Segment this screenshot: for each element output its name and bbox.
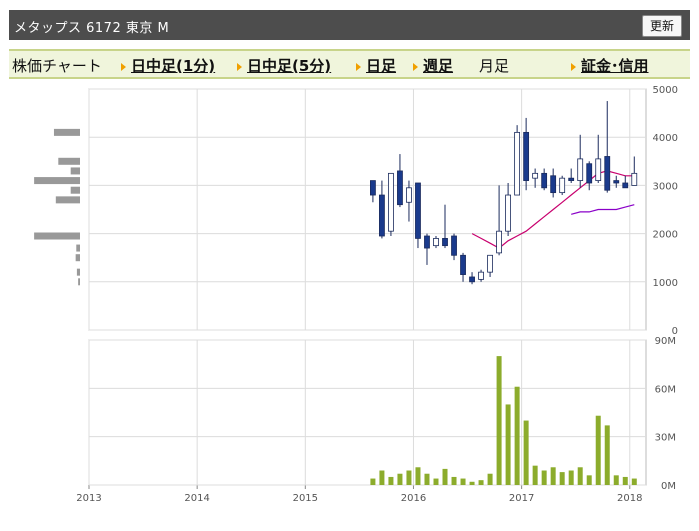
candle-body bbox=[505, 194, 512, 232]
candle-body bbox=[433, 238, 439, 247]
volume-bar bbox=[388, 476, 394, 485]
candle-body bbox=[631, 172, 638, 186]
volume-bar bbox=[415, 467, 421, 485]
volume-bar bbox=[532, 465, 538, 485]
volume-bar bbox=[559, 472, 565, 485]
volume-profile-bar bbox=[78, 278, 80, 286]
candle-body bbox=[370, 180, 376, 196]
volume-y-tick-label: 90M bbox=[655, 336, 676, 347]
candle-body bbox=[604, 156, 611, 191]
candle-body bbox=[568, 177, 575, 181]
volume-y-tick-label: 0M bbox=[661, 481, 676, 492]
x-tick-label: 2013 bbox=[76, 493, 101, 504]
volume-bar bbox=[424, 473, 430, 485]
volume-profile-bar bbox=[76, 268, 80, 276]
stock-chart: 2013 2014 2015 2016 2017 20180100020003000400… bbox=[34, 85, 678, 504]
volume-bar bbox=[622, 476, 628, 485]
volume-bar bbox=[631, 478, 637, 485]
price-y-tick-label: 4000 bbox=[653, 133, 678, 144]
volume-bar bbox=[595, 415, 601, 485]
x-tick-label: 2014 bbox=[184, 493, 209, 504]
volume-bar bbox=[577, 467, 583, 485]
volume-profile-bar bbox=[53, 128, 80, 136]
candle-body bbox=[514, 131, 521, 196]
volume-bar bbox=[505, 404, 511, 485]
x-tick-label: 2018 bbox=[617, 493, 642, 504]
volume-bar bbox=[496, 356, 502, 485]
volume-y-tick-label: 30M bbox=[655, 433, 676, 444]
volume-bar bbox=[586, 475, 592, 485]
candle-body bbox=[406, 187, 412, 203]
volume-profile-bar bbox=[70, 167, 80, 175]
volume-bar bbox=[478, 480, 484, 485]
price-y-tick-label: 5000 bbox=[653, 85, 678, 96]
volume-bar bbox=[442, 468, 448, 485]
x-tick-label: 2016 bbox=[401, 493, 426, 504]
volume-bar bbox=[487, 473, 493, 485]
volume-bar bbox=[460, 478, 466, 485]
candle-body bbox=[424, 235, 430, 249]
volume-bar bbox=[541, 470, 547, 485]
candle-body bbox=[595, 158, 602, 181]
volume-profile-bar bbox=[34, 232, 80, 240]
candle-body bbox=[442, 238, 448, 247]
volume-bar bbox=[568, 470, 574, 485]
volume-profile-bar bbox=[70, 186, 80, 194]
x-tick-label: 2017 bbox=[509, 493, 534, 504]
candle-body bbox=[532, 172, 539, 179]
volume-bar bbox=[370, 478, 376, 485]
candle-body bbox=[478, 271, 484, 280]
volume-plot-frame bbox=[88, 339, 647, 486]
candle-body bbox=[451, 235, 457, 256]
candle-body bbox=[397, 170, 403, 206]
candle-body bbox=[577, 158, 584, 181]
volume-profile-bar bbox=[76, 244, 80, 252]
candle-body bbox=[415, 182, 421, 239]
volume-profile-bar bbox=[58, 157, 80, 165]
volume-bar bbox=[379, 470, 385, 485]
candle-body bbox=[496, 230, 502, 254]
candle-body bbox=[460, 254, 466, 275]
candle-body bbox=[550, 175, 557, 194]
volume-bar bbox=[550, 467, 556, 485]
candle-body bbox=[379, 194, 385, 237]
candle-body bbox=[523, 131, 530, 181]
price-y-tick-label: 2000 bbox=[653, 230, 678, 241]
volume-bar bbox=[469, 481, 475, 485]
volume-bar bbox=[604, 425, 610, 485]
price-y-tick-label: 3000 bbox=[653, 181, 678, 192]
price-y-tick-label: 1000 bbox=[653, 278, 678, 289]
candle-body bbox=[487, 254, 493, 273]
candle-body bbox=[586, 163, 593, 184]
volume-profile-bar bbox=[55, 196, 80, 204]
candle-body bbox=[388, 172, 394, 232]
candle-body bbox=[541, 172, 548, 189]
volume-bar bbox=[451, 476, 457, 485]
candle-body bbox=[622, 182, 629, 189]
volume-bar bbox=[433, 478, 439, 485]
volume-bar bbox=[523, 420, 529, 485]
x-tick-label: 2015 bbox=[293, 493, 318, 504]
volume-bar bbox=[514, 386, 520, 485]
volume-y-tick-label: 60M bbox=[655, 384, 676, 395]
volume-bar bbox=[613, 475, 619, 485]
price-plot-frame bbox=[88, 88, 647, 331]
volume-profile-bar bbox=[75, 254, 80, 262]
candle-body bbox=[613, 180, 620, 184]
volume-bar bbox=[397, 473, 403, 485]
volume-bar bbox=[406, 470, 412, 485]
candle-body bbox=[559, 177, 566, 194]
volume-profile-bar bbox=[34, 177, 80, 185]
candle-body bbox=[469, 276, 475, 283]
